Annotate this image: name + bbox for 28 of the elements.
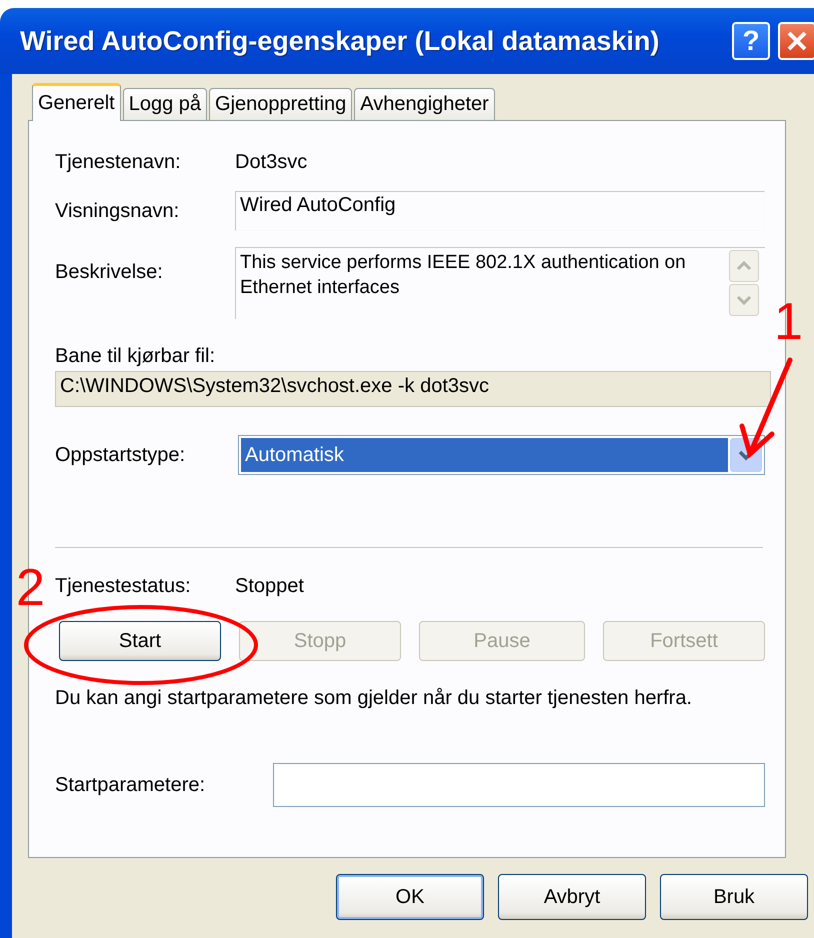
close-button[interactable]: [778, 22, 814, 60]
tab[interactable]: Avhengigheter: [354, 88, 495, 121]
service-name-value: Dot3svc: [235, 150, 308, 174]
dialog-button[interactable]: OK: [336, 874, 484, 920]
field-label: Startparametere:: [55, 774, 206, 796]
field-label: Beskrivelse:: [55, 261, 164, 284]
tab[interactable]: Logg på: [122, 88, 208, 121]
service-button[interactable]: Start: [59, 621, 222, 661]
start-parameters-input[interactable]: [273, 763, 765, 807]
status-value: Stoppet: [235, 574, 304, 598]
dialog-button[interactable]: Avbryt: [498, 874, 646, 920]
path-field[interactable]: C:\WINDOWS\System32\svchost.exe -k dot3svc: [55, 371, 771, 407]
annotation-number: 1: [774, 296, 803, 348]
display-name-field[interactable]: Wired AutoConfig: [235, 191, 765, 231]
tab[interactable]: Gjenoppretting: [209, 88, 352, 121]
annotation-number: 2: [16, 562, 45, 614]
dialog-button[interactable]: Bruk: [660, 874, 808, 920]
startup-type-dropdown[interactable]: Automatisk: [238, 435, 765, 475]
tab[interactable]: Generelt: [32, 83, 121, 121]
field-label: Visningsnavn:: [55, 200, 180, 222]
field-label: Tjenestenavn:: [55, 150, 182, 174]
field-label: Bane til kjørbar fil:: [55, 344, 216, 368]
help-button[interactable]: ?: [732, 22, 770, 60]
field-label: Oppstartstype:: [55, 444, 186, 466]
close-icon[interactable]: [785, 29, 809, 53]
field-label: Tjenestestatus:: [55, 574, 192, 598]
hint-text: Du kan angi startparametere som gjelder når du starter tjenesten herfra.: [55, 686, 692, 710]
window-title: Wired AutoConfig-egenskaper (Lokal datamaskin): [20, 26, 660, 56]
